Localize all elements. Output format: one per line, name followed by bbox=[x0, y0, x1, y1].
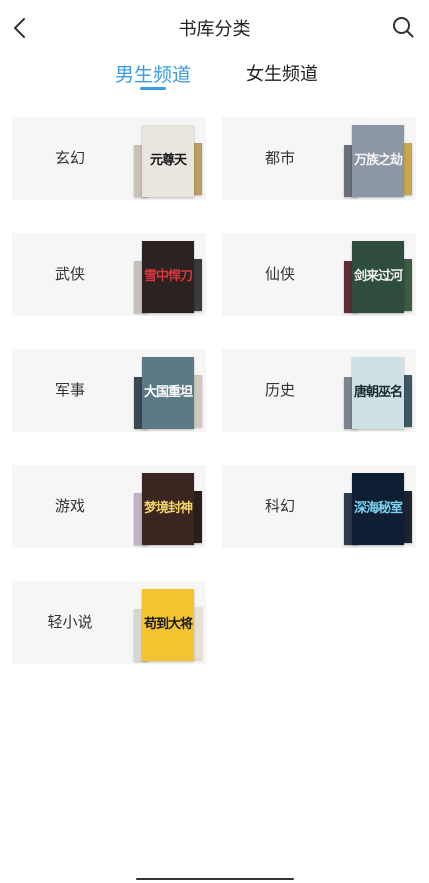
book-cover-stack: 剑来过河 bbox=[344, 241, 414, 313]
category-label: 游戏 bbox=[54, 497, 85, 515]
tab-male-channel[interactable]: 男生频道 bbox=[115, 60, 191, 87]
category-label: 武侠 bbox=[54, 265, 85, 283]
book-cover-title: 深海秘室 bbox=[353, 501, 403, 516]
active-tab-indicator bbox=[140, 87, 166, 90]
book-cover-stack: 唐朝巫名 bbox=[344, 357, 414, 429]
book-cover-stack: 元尊天 bbox=[134, 125, 204, 197]
channel-tabs: 男生频道 女生频道 bbox=[0, 56, 429, 96]
category-card[interactable]: 轻小说 苟到大将 bbox=[12, 581, 206, 664]
category-label: 科幻 bbox=[264, 497, 295, 515]
category-label: 玄幻 bbox=[54, 149, 85, 167]
category-label: 轻小说 bbox=[47, 613, 93, 631]
book-cover-title: 雪中悍刀 bbox=[143, 269, 193, 284]
home-indicator bbox=[136, 878, 294, 880]
category-card[interactable]: 仙侠 剑来过河 bbox=[222, 233, 416, 316]
book-cover-stack: 苟到大将 bbox=[134, 589, 204, 661]
book-cover: 唐朝巫名 bbox=[352, 357, 404, 429]
page-title: 书库分类 bbox=[178, 19, 251, 40]
book-cover-stack: 梦境封神 bbox=[134, 473, 204, 545]
category-label: 仙侠 bbox=[264, 265, 295, 283]
search-button[interactable] bbox=[389, 13, 417, 41]
book-cover-title: 大国重坦 bbox=[143, 385, 193, 400]
category-card[interactable]: 科幻 深海秘室 bbox=[222, 465, 416, 548]
tab-female-channel[interactable]: 女生频道 bbox=[246, 60, 318, 86]
book-cover: 雪中悍刀 bbox=[142, 241, 194, 313]
book-cover: 大国重坦 bbox=[142, 357, 194, 429]
category-card[interactable]: 游戏 梦境封神 bbox=[12, 465, 206, 548]
book-cover: 万族之劫 bbox=[352, 125, 404, 197]
book-cover: 苟到大将 bbox=[142, 589, 194, 661]
category-label: 都市 bbox=[264, 149, 295, 167]
book-cover-title: 万族之劫 bbox=[353, 153, 403, 168]
book-cover: 梦境封神 bbox=[142, 473, 194, 545]
book-cover-stack: 雪中悍刀 bbox=[134, 241, 204, 313]
category-label: 军事 bbox=[54, 381, 85, 399]
category-card[interactable]: 玄幻 元尊天 bbox=[12, 117, 206, 200]
category-card[interactable]: 历史 唐朝巫名 bbox=[222, 349, 416, 432]
book-cover-title: 元尊天 bbox=[149, 153, 187, 168]
category-card[interactable]: 军事 大国重坦 bbox=[12, 349, 206, 432]
book-cover-title: 梦境封神 bbox=[143, 501, 193, 516]
category-label: 历史 bbox=[264, 381, 295, 399]
book-cover: 剑来过河 bbox=[352, 241, 404, 313]
category-card[interactable]: 都市 万族之劫 bbox=[222, 117, 416, 200]
book-cover-title: 苟到大将 bbox=[143, 617, 193, 632]
book-cover-stack: 万族之劫 bbox=[344, 125, 414, 197]
book-cover-title: 唐朝巫名 bbox=[353, 385, 403, 400]
book-cover: 深海秘室 bbox=[352, 473, 404, 545]
category-card[interactable]: 武侠 雪中悍刀 bbox=[12, 233, 206, 316]
book-cover-title: 剑来过河 bbox=[353, 269, 403, 284]
book-cover-stack: 深海秘室 bbox=[344, 473, 414, 545]
book-cover-stack: 大国重坦 bbox=[134, 357, 204, 429]
search-icon bbox=[393, 17, 414, 38]
top-bar: 书库分类 bbox=[0, 0, 429, 56]
book-cover: 元尊天 bbox=[142, 125, 194, 197]
